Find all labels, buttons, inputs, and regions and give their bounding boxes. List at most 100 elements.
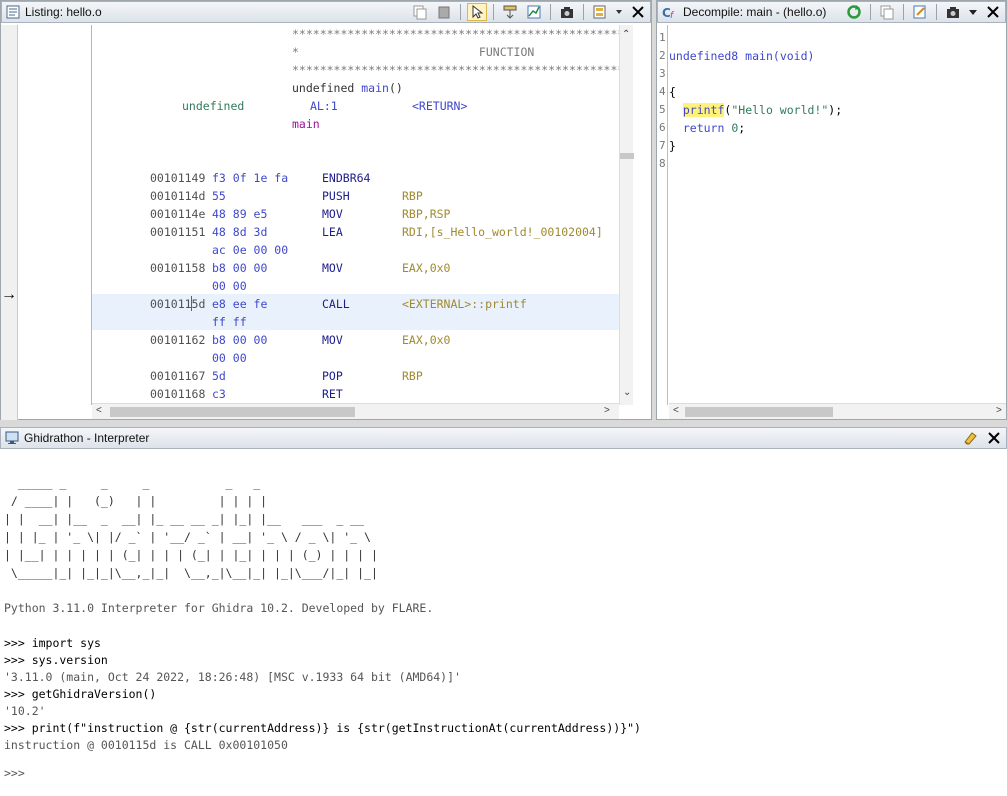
clear-eraser-icon[interactable]: [960, 429, 980, 447]
toolbar-separator: [936, 4, 937, 20]
instruction-bytes: 00 00: [212, 279, 247, 293]
console-output: instruction @ 0010115d is CALL 0x0010105…: [4, 738, 288, 752]
decompile-horizontal-scrollbar[interactable]: < >: [669, 403, 1006, 419]
snapshot-camera-icon[interactable]: [557, 3, 577, 21]
code-token[interactable]: ): [808, 49, 815, 63]
return-type: undefined: [182, 99, 245, 113]
decompile-code-view[interactable]: undefined8 main(void){ printf("Hello wor…: [669, 25, 989, 405]
instruction-bytes: 00 00: [212, 351, 247, 365]
line-number: 2: [659, 49, 666, 62]
listing-options-icon[interactable]: [590, 3, 610, 21]
instruction-address[interactable]: 00101167: [150, 367, 205, 385]
chevron-down-icon[interactable]: [614, 3, 624, 21]
instruction-address[interactable]: 00101168: [150, 385, 205, 403]
instruction-operands[interactable]: EAX,0x0: [402, 259, 450, 277]
instruction-operands[interactable]: RBP: [402, 367, 423, 385]
signature-type: undefined: [292, 81, 362, 95]
interpreter-titlebar: Ghidrathon - Interpreter: [0, 427, 1007, 449]
instruction-address[interactable]: 00101151: [150, 223, 205, 241]
interpreter-panel: Ghidrathon - Interpreter _____ _ _ _ _ _…: [0, 427, 1007, 796]
code-token[interactable]: main: [745, 49, 773, 63]
code-token[interactable]: [669, 103, 683, 117]
scroll-left-icon[interactable]: <: [96, 405, 102, 416]
edit-signature-icon[interactable]: [910, 3, 930, 21]
instruction-address[interactable]: 00101158: [150, 259, 205, 277]
scroll-left-icon[interactable]: <: [673, 405, 679, 416]
code-line[interactable]: undefined8 main(void): [669, 47, 814, 65]
code-token[interactable]: return: [683, 121, 725, 135]
instruction-address[interactable]: 00101149: [150, 169, 205, 187]
code-token[interactable]: );: [828, 103, 842, 117]
code-line[interactable]: printf("Hello world!");: [669, 101, 842, 119]
function-signature[interactable]: undefined main(): [292, 79, 403, 97]
close-icon[interactable]: [983, 3, 1003, 21]
graph-icon[interactable]: [524, 3, 544, 21]
code-token[interactable]: undefined8: [669, 49, 745, 63]
instruction-bytes: ff ff: [212, 315, 247, 329]
instruction-mnemonic[interactable]: MOV: [322, 259, 343, 277]
code-token[interactable]: "Hello world!": [731, 103, 828, 117]
close-icon[interactable]: [984, 429, 1004, 447]
scroll-thumb[interactable]: [620, 153, 634, 159]
code-token[interactable]: [669, 121, 683, 135]
instruction-bytes: e8 ee fe: [212, 297, 268, 311]
scroll-right-icon[interactable]: >: [996, 405, 1002, 416]
paste-icon[interactable]: [434, 3, 454, 21]
function-label[interactable]: main: [292, 115, 320, 133]
instruction-mnemonic[interactable]: MOV: [322, 205, 343, 223]
instruction-mnemonic[interactable]: CALL: [322, 295, 350, 313]
instruction-operands[interactable]: RBP: [402, 187, 423, 205]
scroll-thumb[interactable]: [110, 407, 355, 417]
code-token[interactable]: {: [669, 85, 676, 99]
console-prompt[interactable]: >>>: [4, 765, 25, 782]
close-icon[interactable]: [628, 3, 648, 21]
instruction-address[interactable]: 0010114e: [150, 205, 205, 223]
interpreter-console[interactable]: _____ _ _ _ _ _ / ____| | (_) | | | | | …: [4, 471, 1004, 791]
instruction-mnemonic[interactable]: LEA: [322, 223, 343, 241]
line-number: 8: [659, 157, 666, 170]
instruction-address[interactable]: 0010115d: [150, 295, 205, 313]
code-token[interactable]: printf: [682, 103, 725, 117]
chevron-down-icon[interactable]: [967, 3, 979, 21]
code-token[interactable]: void: [780, 49, 808, 63]
copy-icon[interactable]: [877, 3, 897, 21]
code-line[interactable]: return 0;: [669, 119, 745, 137]
scroll-right-icon[interactable]: >: [604, 405, 610, 416]
cursor-select-icon[interactable]: [467, 3, 487, 21]
code-token[interactable]: }: [669, 139, 676, 153]
toolbar-separator: [460, 4, 461, 20]
listing-icon: [6, 5, 20, 19]
listing-vertical-scrollbar[interactable]: ⌃ ⌄: [619, 25, 634, 405]
instruction-mnemonic[interactable]: ENDBR64: [322, 169, 370, 187]
horizontal-splitter[interactable]: [0, 420, 1007, 427]
instruction-mnemonic[interactable]: MOV: [322, 331, 343, 349]
scroll-down-icon[interactable]: ⌄: [623, 387, 631, 398]
snapshot-camera-icon[interactable]: [943, 3, 963, 21]
line-number: 3: [659, 67, 666, 80]
instruction-bytes: f3 0f 1e fa: [212, 171, 289, 185]
instruction-operands[interactable]: RBP,RSP: [402, 205, 450, 223]
instruction-operands[interactable]: EAX,0x0: [402, 331, 450, 349]
instruction-mnemonic[interactable]: PUSH: [322, 187, 350, 205]
code-token[interactable]: ;: [738, 121, 745, 135]
console-command: >>> print(f"instruction @ {str(currentAd…: [4, 721, 641, 735]
listing-horizontal-scrollbar[interactable]: < >: [92, 403, 619, 419]
code-line[interactable]: }: [669, 137, 676, 155]
code-line[interactable]: {: [669, 83, 676, 101]
instruction-operands[interactable]: RDI,[s_Hello_world!_00102004]: [402, 223, 603, 241]
instruction-mnemonic[interactable]: POP: [322, 367, 343, 385]
instruction-operands[interactable]: <EXTERNAL>::printf: [402, 295, 527, 313]
instruction-address[interactable]: 00101162: [150, 331, 205, 349]
console-output: '10.2': [4, 704, 46, 718]
refresh-icon[interactable]: [844, 3, 864, 21]
instruction-mnemonic[interactable]: RET: [322, 385, 343, 403]
listing-code-view[interactable]: ****************************************…: [92, 25, 619, 403]
scroll-up-icon[interactable]: ⌃: [622, 29, 630, 40]
field-edit-icon[interactable]: [500, 3, 520, 21]
signature-name[interactable]: main: [361, 81, 389, 95]
instruction-address[interactable]: 0010114d: [150, 187, 205, 205]
code-token[interactable]: (: [773, 49, 780, 63]
toolbar-separator: [550, 4, 551, 20]
scroll-thumb[interactable]: [685, 407, 833, 417]
copy-icon[interactable]: [410, 3, 430, 21]
